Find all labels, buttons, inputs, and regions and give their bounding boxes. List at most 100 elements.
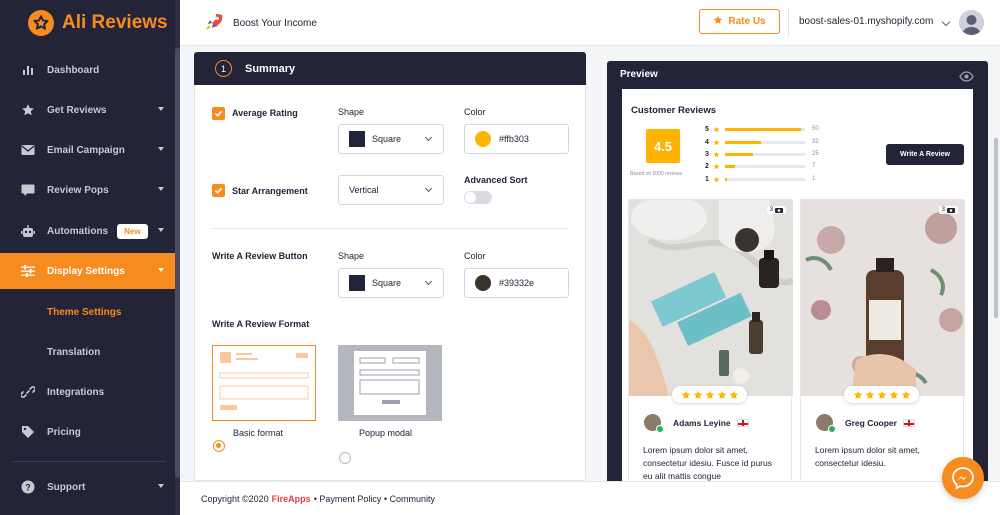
star-icon [865, 390, 874, 399]
sidebar-item-email-campaign[interactable]: Email Campaign [0, 132, 175, 168]
popup-modal-radio[interactable] [339, 452, 351, 464]
app-logo[interactable]: Ali Reviews [28, 10, 168, 36]
distribution-fill [725, 152, 753, 156]
distribution-fill [725, 177, 728, 181]
distribution-bar [725, 127, 805, 131]
new-badge: New [117, 223, 148, 239]
fireapps-link[interactable]: FireApps [272, 494, 311, 504]
boost-income-link[interactable]: Boost Your Income [204, 12, 317, 35]
chevron-down-icon [424, 133, 433, 142]
arrangement-select[interactable]: Vertical [338, 175, 444, 205]
sidebar-item-label: Display Settings [47, 265, 125, 277]
robot-icon [20, 223, 36, 239]
button-color-label: Color [464, 251, 486, 261]
review-card[interactable]: 3 Adams Leyine Lorem ipsum dolor sit ame… [628, 199, 793, 481]
sidebar-item-label: Get Reviews [47, 104, 107, 116]
review-photo[interactable] [801, 200, 965, 396]
star-level: 2 [705, 162, 709, 170]
chevron-down-icon [424, 277, 433, 286]
star-arrangement-label: Star Arrangement [232, 186, 308, 196]
sidebar-subitem-theme-settings[interactable]: Theme Settings [47, 307, 121, 318]
flag-icon [736, 418, 749, 427]
review-text: Lorem ipsum dolor sit amet, consectetur … [815, 445, 920, 468]
average-rating-label: Average Rating [232, 108, 298, 118]
chevron-down-icon [158, 107, 164, 111]
rating-shape-select[interactable]: Square [338, 124, 444, 154]
advanced-sort-toggle[interactable] [464, 191, 492, 204]
basic-format-label: Basic format [233, 428, 284, 438]
distribution-bar [725, 177, 805, 181]
sidebar-item-automations[interactable]: Automations New [0, 213, 175, 249]
svg-text:?: ? [25, 482, 31, 492]
rating-shape-value: Square [372, 134, 402, 144]
messenger-chat-button[interactable] [942, 457, 984, 499]
reviewer-name: Adams Leyine [673, 417, 731, 428]
reviewer: Greg Cooper [816, 414, 915, 433]
sidebar-item-label: Email Campaign [47, 144, 125, 156]
basic-format-radio[interactable] [213, 440, 225, 452]
button-shape-select[interactable]: Square [338, 268, 444, 298]
review-card[interactable]: 3 Greg Cooper Lorem ipsum dolor sit amet… [800, 199, 965, 481]
sidebar-item-label: Dashboard [47, 64, 100, 76]
star-icon [729, 390, 738, 399]
distribution-bar [725, 152, 805, 156]
summary-title: Summary [245, 62, 296, 75]
photo-count: 3 [766, 206, 786, 214]
chevron-down-icon [158, 147, 164, 151]
verified-icon [828, 425, 836, 433]
shop-selector[interactable]: boost-sales-01.myshopify.com [799, 16, 933, 27]
sidebar-item-support[interactable]: ? Support [0, 469, 175, 505]
color-swatch [475, 131, 491, 147]
average-rating-checkbox[interactable] [212, 107, 225, 120]
logo-text: Ali Reviews [62, 12, 168, 33]
chevron-down-icon[interactable] [941, 17, 951, 27]
distribution-count: 32 [812, 139, 819, 145]
sidebar-item-integrations[interactable]: Integrations [0, 374, 175, 410]
user-avatar[interactable] [959, 10, 984, 35]
distribution-count: 50 [812, 126, 819, 132]
sidebar-item-display-settings[interactable]: Display Settings [0, 253, 175, 289]
chevron-down-icon [158, 268, 164, 272]
sidebar-item-label: Automations [47, 225, 109, 237]
star-icon [705, 390, 714, 399]
eye-icon[interactable] [959, 69, 974, 87]
average-score-badge: 4.5 [646, 129, 680, 163]
write-review-button[interactable]: Write A Review [886, 144, 964, 165]
footer-links[interactable]: • Payment Policy • Community [314, 494, 435, 504]
sidebar-item-review-pops[interactable]: Review Pops [0, 172, 175, 208]
shape-swatch [349, 275, 365, 291]
rating-distribution-row: 3 25 [705, 150, 819, 158]
sidebar-item-get-reviews[interactable]: Get Reviews [0, 92, 175, 128]
link-icon [20, 384, 36, 400]
messenger-icon [952, 467, 974, 490]
sidebar-scrollbar[interactable] [175, 0, 180, 515]
format-label: Write A Review Format [212, 319, 310, 329]
star-icon [693, 390, 702, 399]
preview-scrollbar[interactable] [994, 138, 998, 318]
rating-color-input[interactable]: #ffb303 [464, 124, 569, 154]
boost-label: Boost Your Income [233, 18, 317, 29]
sidebar-subitem-translation[interactable]: Translation [47, 347, 100, 358]
sidebar-item-label: Support [47, 481, 86, 493]
star-icon [681, 390, 690, 399]
popup-modal-card[interactable] [338, 345, 442, 421]
sidebar-item-pricing[interactable]: Pricing [0, 414, 175, 450]
rating-distribution-row: 5 50 [705, 125, 819, 133]
scrollbar-thumb[interactable] [175, 48, 180, 478]
star-arrangement-checkbox[interactable] [212, 184, 225, 197]
star-icon [717, 390, 726, 399]
star-level: 5 [705, 125, 709, 133]
review-photo[interactable] [629, 200, 793, 396]
photo-count-value: 3 [941, 207, 945, 213]
button-shape-value: Square [372, 278, 402, 288]
sidebar: Ali Reviews Dashboard Get Reviews Email … [0, 0, 175, 515]
rating-distribution-row: 1 1 [705, 175, 815, 183]
sidebar-item-label: Review Pops [47, 184, 109, 196]
rate-us-button[interactable]: Rate Us [699, 9, 780, 34]
basic-format-card[interactable] [212, 345, 316, 421]
shape-label: Shape [338, 107, 365, 117]
sidebar-item-dashboard[interactable]: Dashboard [0, 52, 175, 88]
button-color-input[interactable]: #39332e [464, 268, 569, 298]
distribution-count: 7 [812, 163, 816, 169]
star-level: 1 [705, 175, 709, 183]
